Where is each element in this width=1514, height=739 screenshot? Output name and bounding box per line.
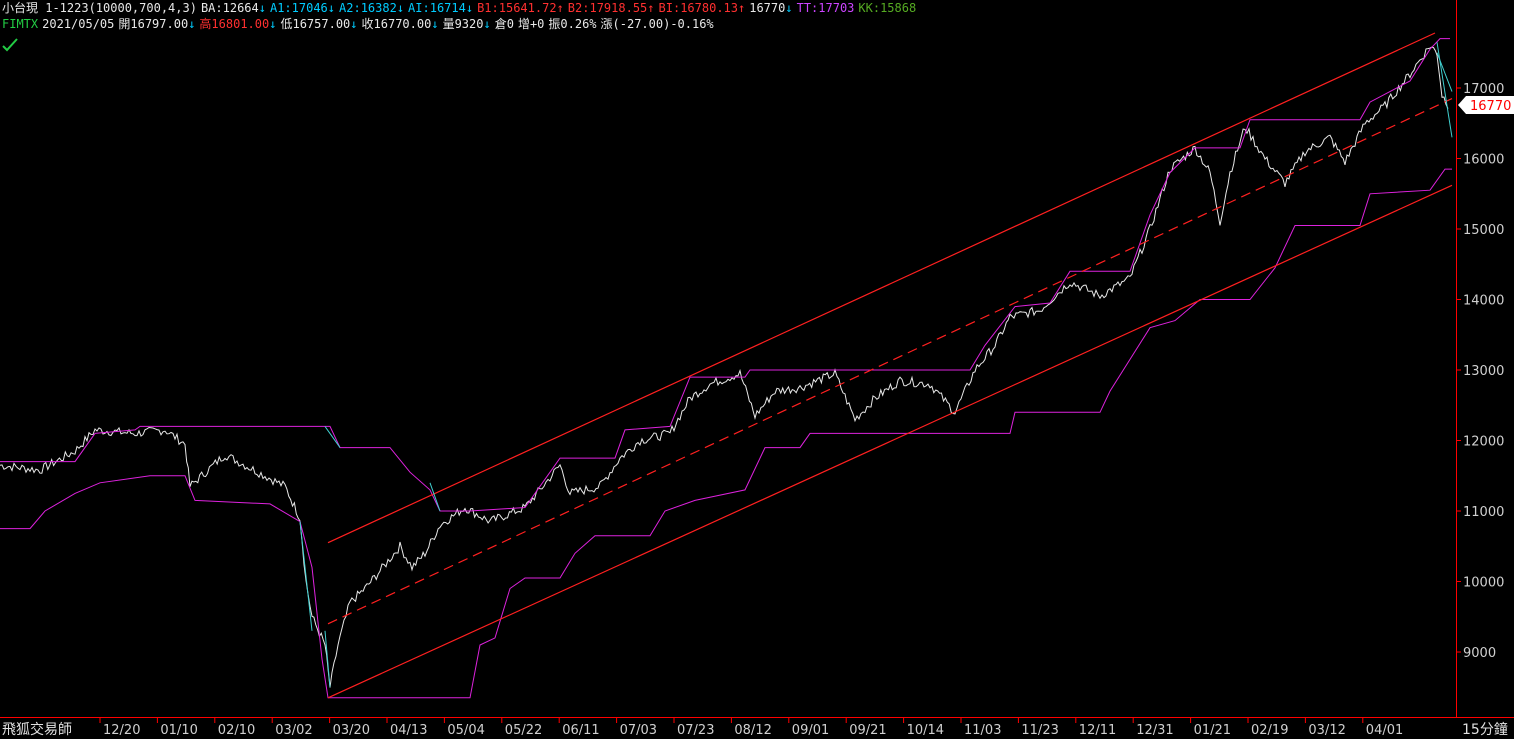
header-field: KK:15868 — [858, 1, 917, 15]
x-tick-label: 04/01 — [1366, 723, 1403, 738]
header-field: 開16797.00 — [118, 17, 189, 31]
last-price-tag: 16770 — [1458, 96, 1514, 118]
last-price-text: 16770 — [1470, 99, 1511, 114]
x-tick-label: 10/14 — [907, 723, 944, 738]
header-field: BI:16780.13 — [658, 1, 738, 15]
y-tick-label: 15000 — [1463, 223, 1504, 238]
arrow-down-icon: ↓ — [327, 1, 336, 15]
x-tick-label: 09/01 — [792, 723, 829, 738]
y-tick-label: 17000 — [1463, 82, 1504, 97]
header-field: FIMTX — [2, 17, 39, 31]
arrow-down-icon: ↓ — [269, 17, 277, 31]
chart-area: 12/20 01/10 02/10 03/02 03/20 04/13 05/04 05/22… — [0, 0, 1514, 739]
header-field: 漲(-27.00)-0.16% — [600, 17, 714, 31]
x-tick-label: 04/13 — [390, 723, 427, 738]
check-icon[interactable] — [2, 38, 18, 52]
y-tick-label: 13000 — [1463, 364, 1504, 379]
header-field: A2:16382 — [339, 1, 397, 15]
arrow-down-icon: ↓ — [483, 17, 491, 31]
arrow-down-icon: ↓ — [396, 1, 405, 15]
x-tick-label: 03/20 — [333, 723, 370, 738]
x-tick-label: 07/23 — [677, 723, 714, 738]
x-tick-label: 01/10 — [160, 723, 197, 738]
arrow-down-icon: ↓ — [258, 1, 266, 15]
x-tick-label: 06/11 — [562, 723, 599, 738]
header-field: B2:17918.55 — [567, 1, 648, 15]
y-tick-label: 11000 — [1463, 505, 1504, 520]
x-tick-label: 03/12 — [1308, 723, 1345, 738]
x-tick-label: 08/12 — [734, 723, 771, 738]
y-tick-label: 14000 — [1463, 294, 1504, 309]
x-tick-label: 01/21 — [1194, 723, 1231, 738]
header-field: 低16757.00 — [280, 17, 351, 31]
arrow-down-icon: ↓ — [188, 17, 196, 31]
x-tick-label: 05/22 — [505, 723, 542, 738]
arrow-down-icon: ↓ — [785, 1, 793, 15]
header-field: B1:15641.72 — [477, 1, 557, 15]
arrow-up-icon: ↑ — [556, 1, 564, 15]
y-tick-label: 10000 — [1463, 576, 1504, 591]
x-tick-label: 11/03 — [964, 723, 1001, 738]
arrow-down-icon: ↓ — [350, 17, 358, 31]
arrow-up-icon: ↑ — [738, 1, 746, 15]
info-header-row-1: 小台現 1-1223(10000,700,4,3) BA:12664↓ A1:170… — [2, 0, 920, 16]
x-tick-label: 03/02 — [275, 723, 312, 738]
header-field: AI:16714 — [408, 1, 466, 15]
x-tick-label: 12/31 — [1136, 723, 1173, 738]
timeframe-label[interactable]: 15分鐘 — [1462, 719, 1508, 739]
header-field: 增+0 — [517, 17, 545, 31]
y-tick-label: 16000 — [1463, 153, 1504, 168]
price-tag-shape: 16770 — [1458, 96, 1514, 114]
x-tick-label: 11/23 — [1021, 723, 1058, 738]
x-tick-label: 02/19 — [1251, 723, 1288, 738]
header-field: TT:17703 — [796, 1, 855, 15]
arrow-up-icon: ↑ — [647, 1, 655, 15]
header-field: 倉0 — [494, 17, 514, 31]
header-field: 振0.26% — [548, 17, 597, 31]
header-field: 16770 — [749, 1, 786, 15]
header-field: BA:12664 — [200, 1, 259, 15]
x-tick-label: 09/21 — [849, 723, 886, 738]
x-tick-label: 12/20 — [103, 723, 140, 738]
y-tick-label: 12000 — [1463, 435, 1504, 450]
header-field: 收16770.00 — [361, 17, 432, 31]
x-tick-label: 05/04 — [447, 723, 484, 738]
header-field: 高16801.00 — [199, 17, 270, 31]
x-tick-label: 12/11 — [1079, 723, 1116, 738]
arrow-down-icon: ↓ — [465, 1, 474, 15]
x-tick-label: 07/03 — [620, 723, 657, 738]
brand-label: 飛狐交易師 — [2, 722, 72, 738]
header-field: 量9320 — [442, 17, 484, 31]
header-field: A1:17046 — [269, 1, 328, 15]
y-tick-label: 9000 — [1463, 646, 1496, 661]
arrow-down-icon: ↓ — [431, 17, 439, 31]
info-header-row-2: FIMTX 2021/05/05 開16797.00↓ 高16801.00↓ 低1675… — [2, 16, 718, 32]
header-field: 小台現 1-1223(10000,700,4,3) — [2, 1, 197, 15]
header-field: 2021/05/05 — [42, 17, 115, 31]
x-tick-label: 02/10 — [218, 723, 255, 738]
